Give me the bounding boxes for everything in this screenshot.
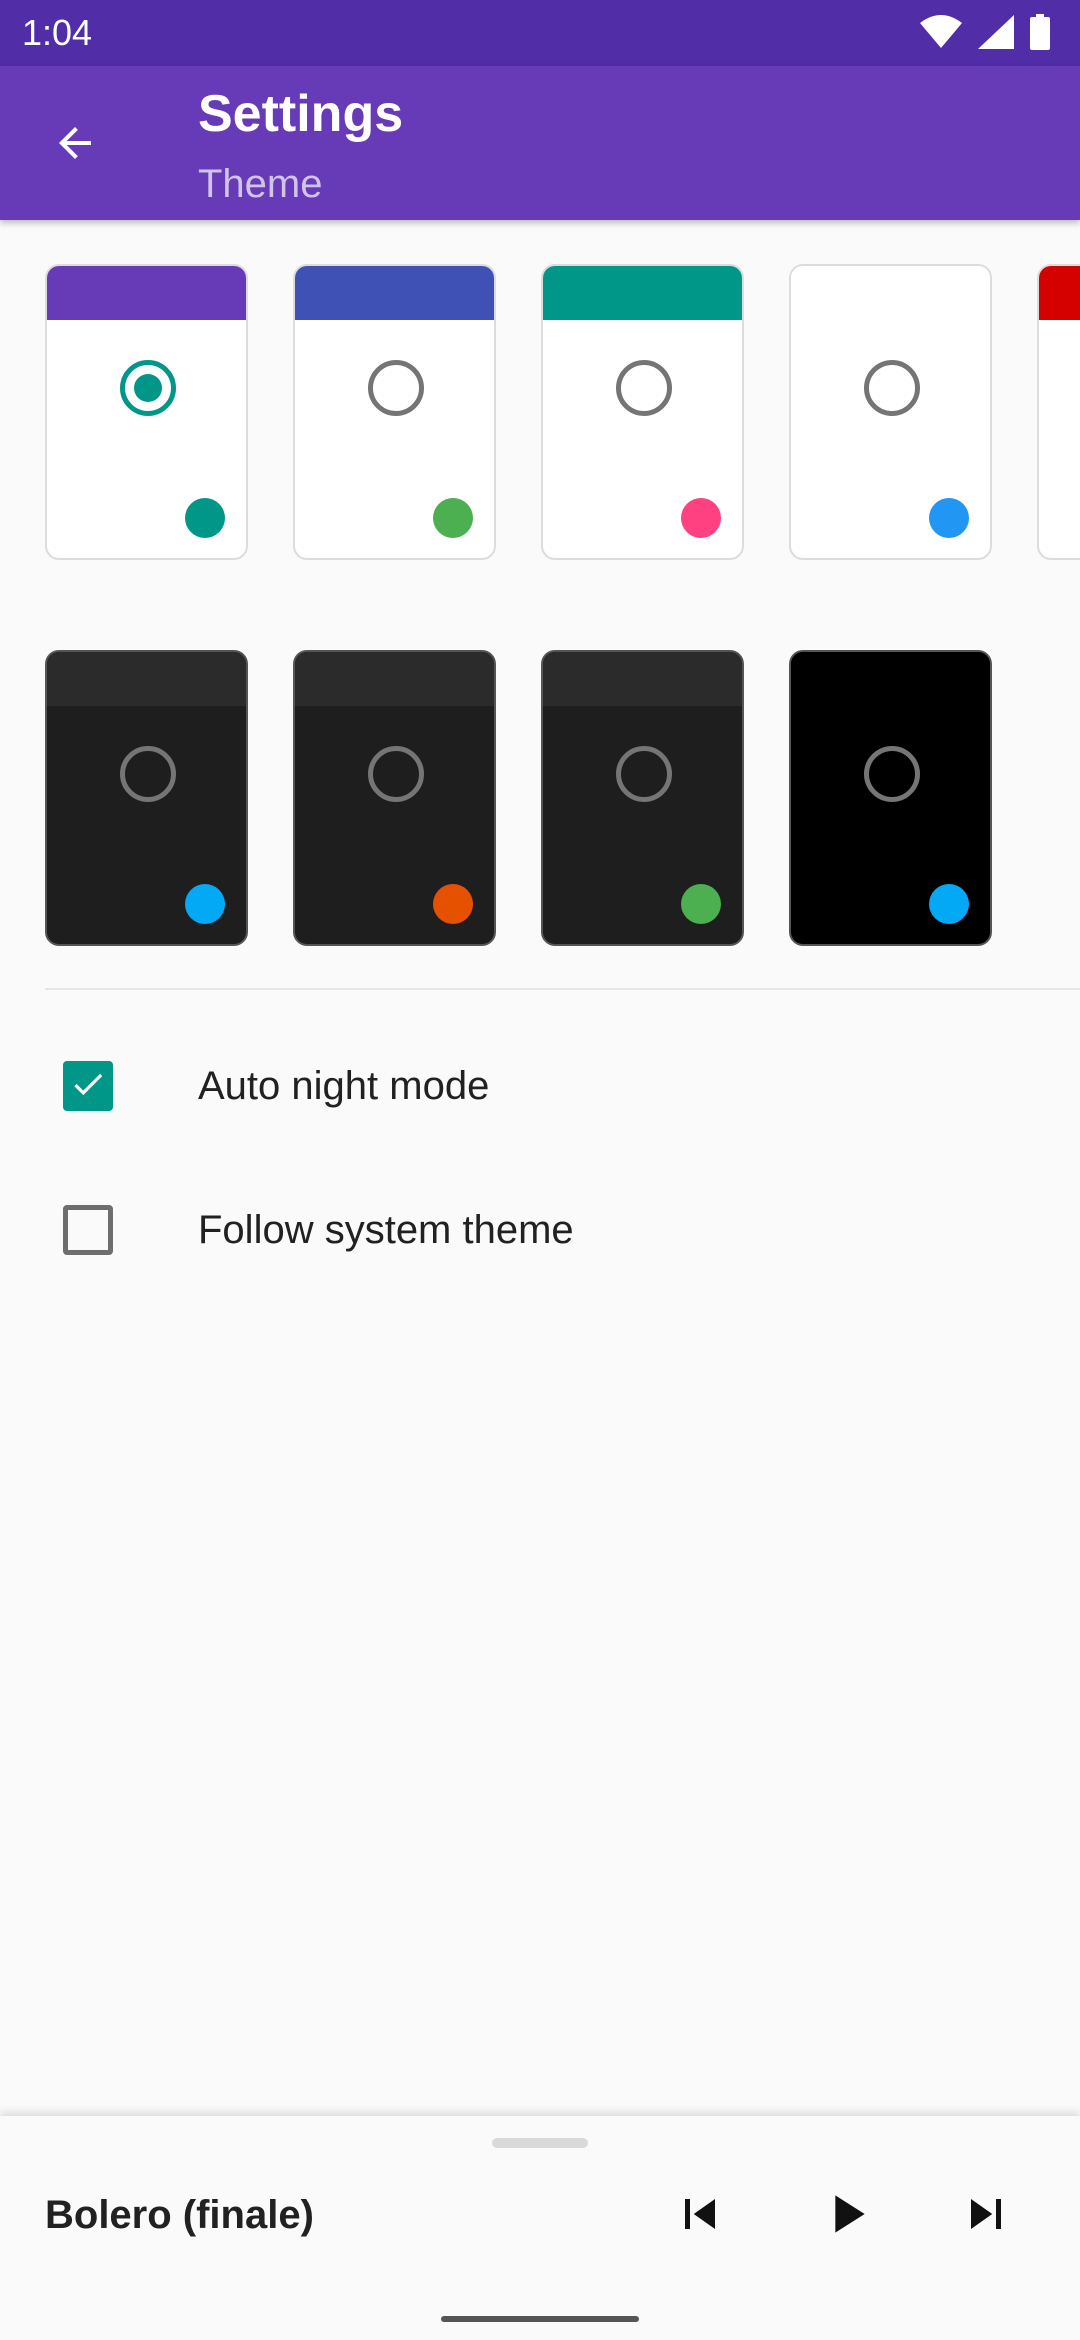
battery-icon xyxy=(1030,14,1050,55)
auto-night-mode-checkbox[interactable] xyxy=(63,1061,113,1111)
play-button[interactable] xyxy=(808,2178,884,2254)
dark-theme-list[interactable] xyxy=(0,650,1080,950)
theme-card-header xyxy=(295,266,494,320)
mini-player[interactable]: Bolero (finale) xyxy=(0,2116,1080,2340)
theme-radio[interactable] xyxy=(120,746,176,802)
theme-radio[interactable] xyxy=(616,360,672,416)
theme-card-dark-1[interactable] xyxy=(45,650,248,946)
arrow-back-icon xyxy=(51,119,99,172)
theme-card-dark-3[interactable] xyxy=(541,650,744,946)
theme-card-light-5[interactable] xyxy=(1037,264,1080,560)
theme-card-light-2[interactable] xyxy=(293,264,496,560)
theme-card-header xyxy=(47,652,246,706)
theme-card-header xyxy=(791,652,990,706)
light-theme-list[interactable] xyxy=(0,264,1080,564)
back-button[interactable] xyxy=(36,106,114,184)
page-subtitle: Theme xyxy=(198,162,323,206)
accent-color-dot xyxy=(681,884,721,924)
accent-color-dot xyxy=(681,498,721,538)
play-icon xyxy=(814,2182,878,2251)
status-bar: 1:04 xyxy=(0,0,1080,66)
accent-color-dot xyxy=(433,884,473,924)
skip-next-button[interactable] xyxy=(948,2178,1024,2254)
page-title: Settings xyxy=(198,85,404,143)
theme-card-header xyxy=(791,266,990,320)
follow-system-theme-checkbox[interactable] xyxy=(63,1205,113,1255)
theme-radio[interactable] xyxy=(368,360,424,416)
accent-color-dot xyxy=(929,498,969,538)
accent-color-dot xyxy=(185,884,225,924)
theme-card-header xyxy=(543,652,742,706)
drag-handle[interactable] xyxy=(492,2138,588,2148)
theme-radio[interactable] xyxy=(120,360,176,416)
theme-card-light-1[interactable] xyxy=(45,264,248,560)
accent-color-dot xyxy=(433,498,473,538)
skip-previous-icon xyxy=(670,2184,730,2249)
theme-card-header xyxy=(295,652,494,706)
signal-icon xyxy=(978,15,1014,54)
theme-radio[interactable] xyxy=(864,746,920,802)
follow-system-theme-label: Follow system theme xyxy=(198,1208,574,1252)
check-icon xyxy=(69,1065,107,1108)
auto-night-mode-option[interactable]: Auto night mode xyxy=(0,1026,1080,1146)
skip-previous-button[interactable] xyxy=(662,2178,738,2254)
theme-card-dark-2[interactable] xyxy=(293,650,496,946)
theme-radio[interactable] xyxy=(616,746,672,802)
follow-system-theme-option[interactable]: Follow system theme xyxy=(0,1170,1080,1290)
theme-card-dark-4[interactable] xyxy=(789,650,992,946)
theme-card-light-3[interactable] xyxy=(541,264,744,560)
theme-card-header xyxy=(543,266,742,320)
accent-color-dot xyxy=(929,884,969,924)
theme-radio[interactable] xyxy=(368,746,424,802)
auto-night-mode-label: Auto night mode xyxy=(198,1064,490,1108)
theme-card-header xyxy=(47,266,246,320)
divider xyxy=(45,988,1080,990)
theme-card-header xyxy=(1039,266,1080,320)
theme-card-light-4[interactable] xyxy=(789,264,992,560)
skip-next-icon xyxy=(956,2184,1016,2249)
app-bar: Settings Theme xyxy=(0,66,1080,220)
status-icons xyxy=(920,14,1050,55)
wifi-icon xyxy=(920,15,962,54)
track-title[interactable]: Bolero (finale) xyxy=(45,2190,314,2240)
accent-color-dot xyxy=(185,498,225,538)
navigation-gesture-bar[interactable] xyxy=(441,2316,639,2322)
status-time: 1:04 xyxy=(22,12,93,53)
theme-radio[interactable] xyxy=(864,360,920,416)
